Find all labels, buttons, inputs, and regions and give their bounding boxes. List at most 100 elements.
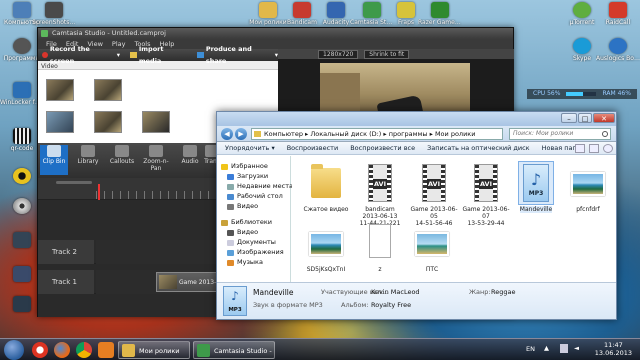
import-media-button[interactable]: Import media — [130, 45, 187, 65]
help-icon[interactable] — [603, 144, 613, 153]
burn-button[interactable]: Записать на оптический диск — [427, 142, 529, 154]
details-album-label: Альбом: — [341, 301, 369, 309]
nav-libraries[interactable]: Библиотеки — [221, 218, 272, 227]
produce-share-button[interactable]: Produce and share ▾ — [197, 45, 278, 65]
bandicam-icon — [293, 2, 311, 18]
file-item[interactable]: SD5jKsQxTnI — [300, 222, 352, 273]
language-indicator[interactable]: EN — [526, 345, 535, 353]
preview-fit-select[interactable]: Shrink to fit — [364, 49, 410, 59]
desktop-icon-raidcall[interactable]: RaidCall — [596, 2, 640, 26]
play-button[interactable]: Воспроизвести — [287, 142, 338, 154]
clock[interactable]: 11:47 13.06.2013 — [595, 341, 632, 357]
file-item[interactable]: AVI Game 2013-06-07 13-53-29-44 — [460, 162, 512, 227]
firefox-icon[interactable] — [54, 342, 70, 358]
camtasia-title: Camtasia Studio - Untitled.camproj — [52, 29, 166, 37]
gear-folder-icon — [13, 38, 31, 54]
preview-pane-icon[interactable] — [589, 144, 599, 153]
file-item[interactable]: AVI bandicam 2013-06-13 11-44-21-221 — [354, 162, 406, 227]
file-item-selected[interactable]: ♪ MP3 Mandeville — [510, 161, 562, 213]
camtasia-titlebar[interactable]: Camtasia Studio - Untitled.camproj — [38, 28, 513, 39]
desktop-icon-screenshots[interactable]: ScreenShots - Ярлык — [32, 2, 76, 26]
file-item[interactable]: Сжатое видео — [300, 162, 352, 213]
raidcall-icon — [609, 2, 627, 18]
details-genre-value[interactable]: Reggae — [491, 288, 515, 296]
forward-button[interactable]: ▶ — [235, 128, 247, 140]
import-icon — [130, 52, 137, 58]
play-all-button[interactable]: Воспроизвести все — [350, 142, 415, 154]
tab-callouts[interactable]: Callouts — [108, 145, 136, 165]
ram-label: RAM 46% — [602, 90, 631, 97]
address-bar: ◀ ▶ Компьютер ▸ Локальный диск (D:) ▸ пр… — [217, 126, 616, 142]
details-album-value[interactable]: Royalty Free — [371, 301, 411, 309]
razer-icon — [431, 2, 449, 18]
maximize-button[interactable]: □ — [578, 113, 592, 123]
timeline-zoom-slider[interactable] — [56, 181, 92, 184]
preview-size-select[interactable]: 1280x720 — [318, 49, 359, 59]
camtasia-icon — [363, 2, 381, 18]
clip-thumbnail — [159, 275, 177, 289]
lock-icon — [13, 82, 31, 98]
nav-favorites[interactable]: Избранное — [221, 162, 268, 171]
taskbar-task-explorer[interactable]: Мои ролики — [118, 341, 190, 359]
camtasia-icon — [197, 344, 210, 357]
clip-thumbnail[interactable] — [142, 111, 170, 133]
nav-video-fav[interactable]: Видео — [227, 202, 258, 211]
opera-icon[interactable] — [32, 342, 48, 358]
file-item[interactable]: pfcnfdrf — [562, 162, 614, 213]
nav-lib-pictures[interactable]: Изображения — [227, 248, 284, 257]
star-icon — [221, 163, 228, 170]
clip-thumbnail[interactable] — [94, 79, 122, 101]
clip-thumbnail[interactable] — [46, 111, 74, 133]
details-artist-value[interactable]: Kevin MacLeod — [371, 288, 420, 296]
track-label: Track 1 — [38, 270, 94, 294]
nav-lib-documents[interactable]: Документы — [227, 238, 276, 247]
tab-clip-bin[interactable]: Clip Bin — [40, 145, 68, 175]
nav-lib-music[interactable]: Музыка — [227, 258, 263, 267]
chrome-icon[interactable] — [76, 342, 92, 358]
desktop-icon-razer[interactable]: Razer Game Booster — [418, 2, 462, 26]
network-icon[interactable] — [560, 344, 568, 353]
file-item[interactable]: z — [354, 222, 406, 273]
image-file-icon — [415, 232, 449, 256]
details-name: Mandeville — [253, 288, 294, 297]
start-button[interactable] — [4, 340, 24, 360]
audio-icon — [183, 145, 197, 157]
avi-file-icon: AVI — [422, 164, 446, 202]
nav-desktop[interactable]: Рабочий стол — [227, 192, 283, 201]
record-screen-button[interactable]: Record the screen ▾ — [42, 45, 120, 65]
nav-lib-video[interactable]: Видео — [227, 228, 258, 237]
minimize-button[interactable]: – — [561, 113, 577, 123]
volume-icon[interactable]: ◄ — [574, 344, 579, 352]
breadcrumb[interactable]: Компьютер ▸ Локальный диск (D:) ▸ програ… — [251, 128, 503, 140]
back-button[interactable]: ◀ — [221, 128, 233, 140]
playhead[interactable] — [98, 184, 100, 200]
clip-bin-icon — [47, 145, 61, 157]
close-button[interactable]: ✕ — [593, 113, 615, 123]
desktop-icon-auslogics[interactable]: Auslogics BoostSpeed — [596, 38, 640, 62]
recent-places-icon — [227, 183, 234, 190]
clip-thumbnail[interactable] — [94, 111, 122, 133]
file-item[interactable]: AVI Game 2013-06-05 14-51-56-46 — [408, 162, 460, 227]
view-options-icon[interactable] — [575, 144, 585, 153]
documents-icon — [227, 239, 234, 246]
search-input[interactable]: Поиск: Мои ролики — [509, 128, 611, 140]
zoom-icon — [149, 145, 163, 157]
clip-thumbnail[interactable] — [46, 79, 74, 101]
organize-button[interactable]: Упорядочить ▾ — [225, 142, 275, 154]
tray-arrow-icon[interactable]: ▲ — [544, 344, 549, 352]
explorer-window[interactable]: – □ ✕ ◀ ▶ Компьютер ▸ Локальный диск (D:… — [216, 111, 617, 320]
nav-recent[interactable]: Недавние места — [227, 182, 293, 191]
nav-downloads[interactable]: Загрузки — [227, 172, 268, 181]
mp3-file-icon: ♪ MP3 — [223, 286, 247, 316]
file-item[interactable]: ПТС — [406, 222, 458, 273]
downloads-icon — [227, 173, 234, 180]
taskbar-task-camtasia[interactable]: Camtasia Studio - ... — [193, 341, 275, 359]
tab-library[interactable]: Library — [74, 145, 102, 165]
radiation-icon — [13, 168, 31, 184]
explorer-titlebar[interactable]: – □ ✕ — [217, 112, 616, 126]
media-player-icon[interactable] — [98, 342, 114, 358]
search-icon — [602, 131, 608, 137]
tab-zoom-pan[interactable]: Zoom-n-Pan — [142, 145, 170, 172]
produce-icon — [197, 52, 204, 58]
navigation-pane: Избранное Загрузки Недавние места Рабочи… — [217, 156, 293, 282]
